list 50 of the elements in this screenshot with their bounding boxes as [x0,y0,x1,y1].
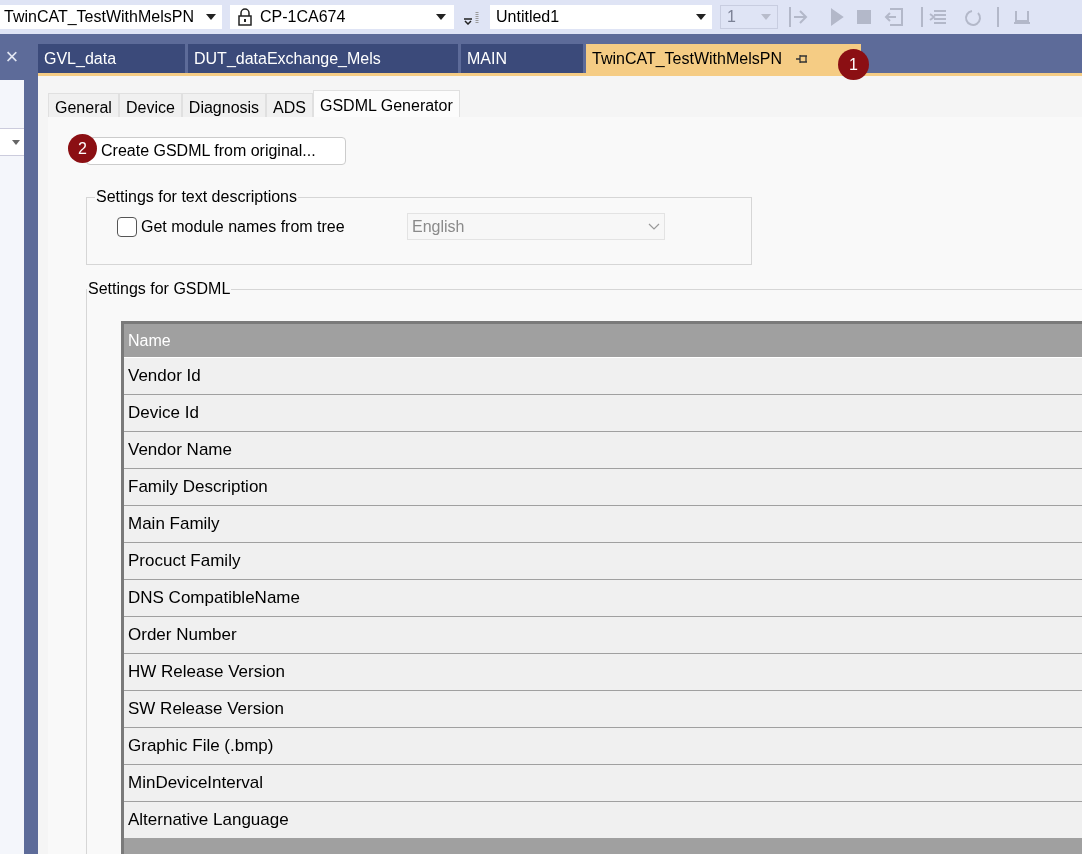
tab-label: DUT_dataExchange_Mels [194,48,381,69]
table-cell: SW Release Version [124,691,1082,728]
table-cell: Graphic File (.bmp) [124,728,1082,765]
checkbox[interactable] [117,216,137,237]
chevron-icon [648,223,660,230]
dropdown-value: English [412,216,465,237]
combo-value: 1 [727,7,736,27]
table-cell: DNS CompatibleName [124,580,1082,617]
config-combo[interactable]: Untitled1 [490,5,712,29]
page-tab[interactable]: General [48,93,119,117]
table-cell: HW Release Version [124,654,1082,691]
caret-icon [206,14,216,20]
page-tab[interactable]: Diagnosis [181,93,267,117]
document-tab[interactable]: GVL_data [38,44,185,73]
target-combo[interactable]: CP-1CA674 [230,5,454,29]
caret-icon [696,14,706,20]
table-cell: Vendor Id [124,358,1082,395]
table-cell: Main Family [124,506,1082,543]
table-cell: Vendor Name [124,432,1082,469]
pin-icon[interactable] [795,53,808,64]
tab-label: TwinCAT_TestWithMelsPN [592,48,782,69]
table-cell: Device Id [124,395,1082,432]
group-title: Settings for GSDML [87,279,232,299]
document-tab[interactable]: DUT_dataExchange_Mels [188,44,458,73]
page-tab[interactable]: GSDML Generator [313,90,460,117]
create-gsdml-button[interactable]: Create GSDML from original... [86,137,346,165]
dropdown-field[interactable] [0,128,24,156]
page-tab[interactable]: Device [118,93,182,117]
project-combo[interactable]: TwinCAT_TestWithMelsPN [0,5,222,29]
caret-icon [436,14,446,20]
checkbox-label: Get module names from tree [141,216,346,237]
table-cell: Alternative Language [124,802,1082,839]
combo-value: TwinCAT_TestWithMelsPN [4,7,194,27]
combo-value: CP-1CA674 [260,7,347,27]
table-cell: MinDeviceInterval [124,765,1082,802]
close-icon[interactable]: × [5,46,19,68]
caret-icon [12,139,20,145]
tab-label: GVL_data [44,48,117,69]
overflow-icon[interactable] [462,9,482,25]
lock-icon [238,8,252,26]
table-cell: Family Description [124,469,1082,506]
document-tab[interactable]: MAIN [461,44,583,73]
tab-label: MAIN [467,48,507,69]
table-cell: Procuct Family [124,543,1082,580]
page-tab[interactable]: ADS [266,93,313,117]
table-cell: Order Number [124,617,1082,654]
caret-icon [761,14,771,20]
combo-value: Untitled1 [496,7,560,27]
number-badge: 2 [68,134,97,163]
group-title: Settings for text descriptions [95,187,298,207]
